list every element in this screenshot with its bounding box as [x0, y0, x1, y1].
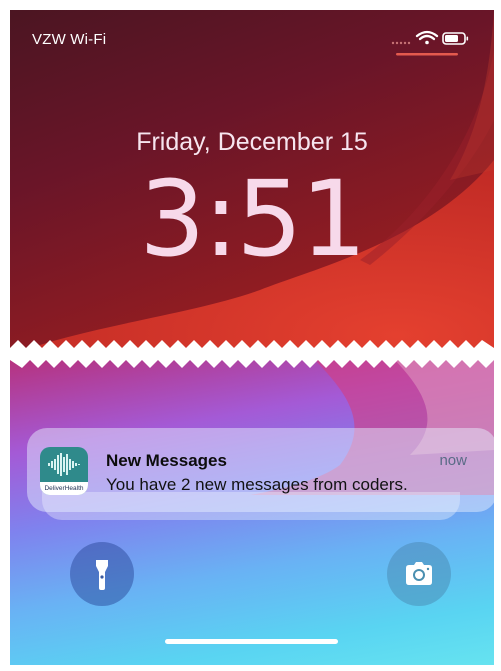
battery-icon — [442, 32, 469, 45]
lock-date: Friday, December 15 — [136, 128, 368, 156]
lock-time: 3:51 — [139, 158, 367, 280]
flashlight-icon — [96, 560, 108, 590]
camera-icon — [406, 562, 432, 585]
waveform-icon — [48, 453, 80, 476]
carrier-label: VZW Wi-Fi — [32, 31, 107, 48]
status-icons — [386, 27, 476, 67]
phone-screen: VZW Wi-Fi Friday, December 15 3:51 Deliv… — [10, 10, 494, 665]
signal-dots-icon — [391, 41, 411, 45]
notification-body: You have 2 new messages from coders. — [106, 475, 408, 494]
home-indicator[interactable] — [165, 639, 338, 644]
notification-timestamp: now — [439, 452, 467, 469]
deliverhealth-app-icon: DeliverHealth — [40, 447, 88, 495]
torn-edge-divider — [10, 340, 494, 368]
camera-button[interactable] — [387, 542, 451, 606]
flashlight-button[interactable] — [70, 542, 134, 606]
notification-title: New Messages — [106, 451, 227, 470]
wifi-icon — [415, 30, 439, 45]
status-indicator-bar — [396, 53, 458, 56]
notification-card[interactable] — [27, 428, 494, 512]
app-icon-text: DeliverHealth — [40, 482, 88, 495]
